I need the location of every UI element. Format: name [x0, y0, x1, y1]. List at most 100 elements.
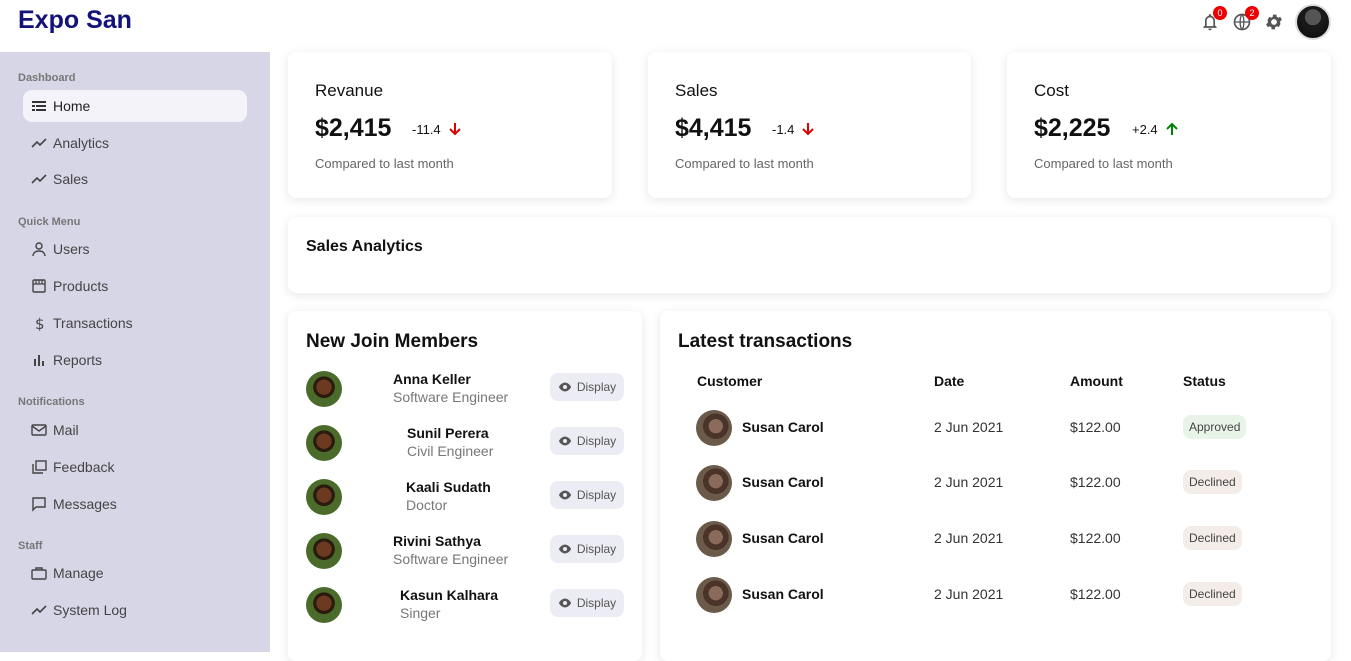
sidebar-item-home[interactable]: Home — [23, 90, 247, 122]
home-icon — [31, 98, 47, 114]
member-item: Kasun Kalhara Singer Display — [306, 584, 624, 624]
sidebar-item-products[interactable]: Products — [23, 270, 247, 302]
status-badge: Declined — [1183, 470, 1242, 494]
transaction-date: 2 Jun 2021 — [934, 474, 1004, 490]
transaction-amount: $122.00 — [1070, 474, 1121, 490]
sidebar-item-feedback[interactable]: Feedback — [23, 451, 247, 483]
sidebar: Dashboard Home Analytics Sales Quick Men… — [0, 52, 270, 652]
featured-card-sales: Sales $4,415 -1.4 Compared to last month — [648, 52, 971, 198]
avatar — [696, 410, 732, 446]
avatar — [696, 465, 732, 501]
sidebar-item-label: Products — [53, 278, 109, 294]
display-button[interactable]: Display — [550, 481, 624, 509]
featured-card-cost: Cost $2,225 +2.4 Compared to last month — [1007, 52, 1331, 198]
sidebar-item-label: Transactions — [53, 315, 133, 331]
sidebar-item-mail[interactable]: Mail — [23, 414, 247, 446]
customer-name: Susan Carol — [742, 586, 824, 602]
new-members-title: New Join Members — [306, 331, 479, 352]
language-badge: 2 — [1245, 6, 1259, 20]
display-button[interactable]: Display — [550, 427, 624, 455]
featured-rate-value: +2.4 — [1132, 121, 1158, 137]
member-job: Software Engineer — [393, 551, 509, 567]
avatar — [696, 521, 732, 557]
customer-name: Susan Carol — [742, 474, 824, 490]
avatar — [306, 425, 342, 461]
member-name: Kaali Sudath — [406, 479, 491, 495]
sidebar-section-staff: Staff — [18, 540, 43, 552]
topbar-icons: 0 2 — [1199, 4, 1331, 40]
display-label: Display — [576, 542, 617, 556]
sidebar-section-dashboard: Dashboard — [18, 72, 76, 84]
featured-sub: Compared to last month — [315, 156, 454, 171]
featured-rate-value: -1.4 — [772, 121, 795, 137]
briefcase-icon — [31, 565, 47, 581]
member-name: Sunil Perera — [407, 425, 489, 441]
display-label: Display — [576, 434, 617, 448]
sidebar-item-transactions[interactable]: $ Transactions — [23, 307, 247, 339]
sidebar-item-sales[interactable]: Sales — [23, 163, 247, 195]
sidebar-item-label: Manage — [53, 565, 104, 581]
featured-value: $2,415 — [315, 114, 392, 142]
dollar-icon: $ — [31, 315, 47, 331]
table-row: Susan Carol 2 Jun 2021 $122.00 Declined — [696, 463, 1336, 503]
sidebar-item-manage[interactable]: Manage — [23, 557, 247, 589]
column-header-date: Date — [934, 373, 965, 389]
transaction-date: 2 Jun 2021 — [934, 419, 1004, 435]
member-job: Civil Engineer — [407, 443, 494, 459]
mail-icon — [31, 422, 47, 438]
eye-icon — [558, 436, 571, 446]
display-label: Display — [576, 488, 617, 502]
sidebar-item-label: Messages — [53, 496, 117, 512]
arrow-down-icon — [448, 123, 461, 136]
store-icon — [31, 278, 47, 294]
arrow-down-icon — [802, 123, 815, 136]
sidebar-item-users[interactable]: Users — [23, 233, 247, 265]
globe-icon[interactable]: 2 — [1231, 6, 1259, 33]
sidebar-item-messages[interactable]: Messages — [23, 488, 247, 520]
sales-analytics-card: Sales Analytics — [288, 217, 1331, 293]
eye-icon — [558, 544, 571, 554]
transactions-title: Latest transactions — [678, 331, 853, 352]
sidebar-item-reports[interactable]: Reports — [23, 344, 247, 376]
app-logo[interactable]: Expo San — [18, 6, 132, 35]
bell-icon[interactable]: 0 — [1199, 6, 1227, 33]
sidebar-item-label: Mail — [53, 422, 79, 438]
sidebar-item-label: Sales — [53, 171, 89, 187]
transaction-amount: $122.00 — [1070, 419, 1121, 435]
sidebar-item-analytics[interactable]: Analytics — [23, 127, 247, 159]
sidebar-item-label: System Log — [53, 602, 127, 618]
trending-icon — [31, 171, 47, 187]
featured-title: Sales — [675, 81, 718, 100]
chat-icon — [31, 496, 47, 512]
eye-icon — [558, 598, 571, 608]
member-item: Kaali Sudath Doctor Display — [306, 476, 624, 516]
display-button[interactable]: Display — [550, 373, 624, 401]
featured-rate: -1.4 — [772, 121, 816, 137]
column-header-amount: Amount — [1070, 373, 1123, 389]
customer-name: Susan Carol — [742, 530, 824, 546]
display-button[interactable]: Display — [550, 535, 624, 563]
status-badge: Approved — [1183, 415, 1247, 439]
featured-rate-value: -11.4 — [412, 121, 441, 137]
eye-icon — [558, 382, 571, 392]
transaction-date: 2 Jun 2021 — [934, 530, 1004, 546]
gear-icon[interactable] — [1263, 11, 1285, 33]
featured-card-revenue: Revanue $2,415 -11.4 Compared to last mo… — [288, 52, 612, 198]
feedback-icon — [31, 459, 47, 475]
sidebar-item-system-log[interactable]: System Log — [23, 594, 247, 626]
display-button[interactable]: Display — [550, 589, 624, 617]
arrow-up-icon — [1165, 122, 1178, 135]
status-badge: Declined — [1183, 582, 1242, 606]
transaction-date: 2 Jun 2021 — [934, 586, 1004, 602]
transaction-amount: $122.00 — [1070, 586, 1121, 602]
member-name: Rivini Sathya — [393, 533, 481, 549]
member-job: Doctor — [406, 497, 448, 513]
featured-title: Revanue — [315, 81, 384, 100]
sidebar-item-label: Users — [53, 241, 90, 257]
avatar — [306, 533, 342, 569]
featured-value: $4,415 — [675, 114, 752, 142]
user-avatar[interactable] — [1295, 4, 1331, 40]
table-row: Susan Carol 2 Jun 2021 $122.00 Declined — [696, 575, 1336, 615]
sales-analytics-title: Sales Analytics — [306, 238, 423, 255]
member-job: Singer — [400, 605, 441, 621]
